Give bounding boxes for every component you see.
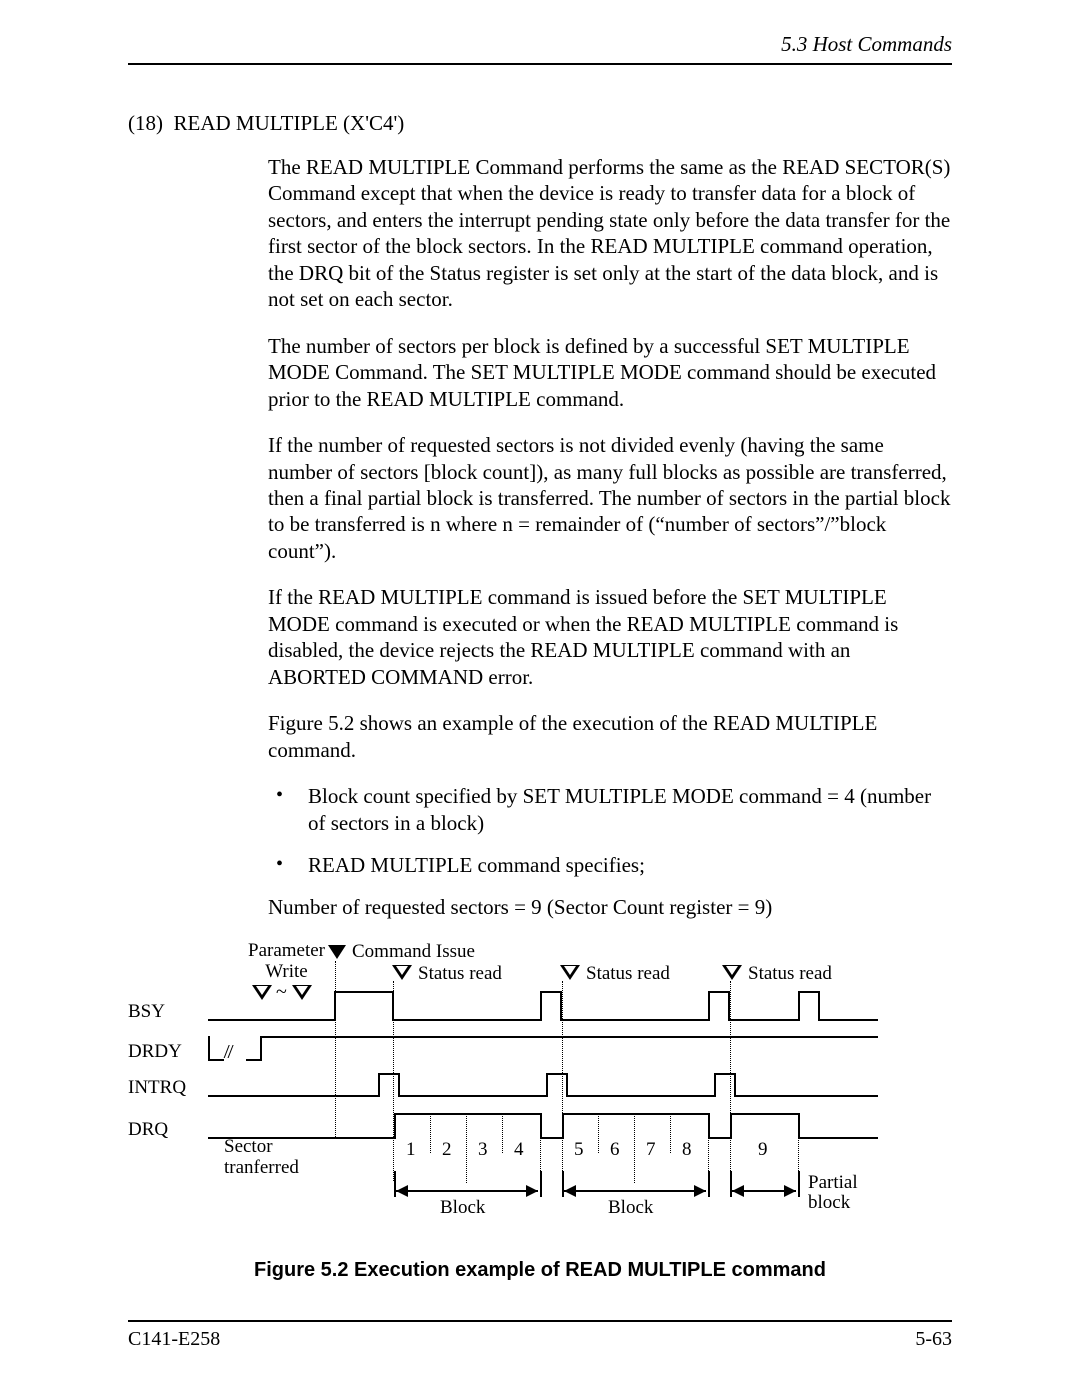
signal-label-drdy: DRDY xyxy=(128,1041,182,1063)
marker-command-issue xyxy=(328,945,346,959)
marker-param-write-a xyxy=(252,985,272,1000)
signal-label-intrq: INTRQ xyxy=(128,1077,186,1099)
label-sector-transferred: Sector tranferred xyxy=(224,1137,299,1179)
label-status-read-3: Status read xyxy=(748,963,832,985)
page: 5.3 Host Commands (18) READ MULTIPLE (X'… xyxy=(0,0,1080,1397)
sector-8: 8 xyxy=(682,1139,692,1161)
sector-1: 1 xyxy=(406,1139,416,1161)
bullet-2: READ MULTIPLE command specifies; xyxy=(268,852,952,878)
para-3: If the number of requested sectors is no… xyxy=(268,432,952,564)
bullet-1: Block count specified by SET MULTIPLE MO… xyxy=(268,783,952,836)
marker-status-read-2 xyxy=(560,965,580,980)
signal-label-bsy: BSY xyxy=(128,1001,165,1023)
sector-4: 4 xyxy=(514,1139,524,1161)
label-partial-block: Partial block xyxy=(808,1173,858,1213)
marker-param-write-b xyxy=(292,985,312,1000)
label-parameter-write: Parameter Write xyxy=(248,941,325,983)
sector-2: 2 xyxy=(442,1139,452,1161)
body-text: The READ MULTIPLE Command performs the s… xyxy=(268,154,952,921)
marker-status-read-1 xyxy=(392,965,412,980)
page-footer: C141-E258 5-63 xyxy=(128,1320,952,1351)
timing-diagram: Parameter Write Command Issue Status rea… xyxy=(128,941,952,1231)
para-1: The READ MULTIPLE Command performs the s… xyxy=(268,154,952,313)
section-title: (18) READ MULTIPLE (X'C4') xyxy=(128,111,952,136)
label-status-read-1: Status read xyxy=(418,963,502,985)
para-5: Figure 5.2 shows an example of the execu… xyxy=(268,710,952,763)
marker-status-read-3 xyxy=(722,965,742,980)
label-block-2: Block xyxy=(608,1197,653,1219)
label-status-read-2: Status read xyxy=(586,963,670,985)
figure-caption: Figure 5.2 Execution example of READ MUL… xyxy=(128,1259,952,1282)
header-rule xyxy=(128,63,952,65)
sector-9: 9 xyxy=(758,1139,768,1161)
bullet-list: Block count specified by SET MULTIPLE MO… xyxy=(268,783,952,878)
footer-left: C141-E258 xyxy=(128,1328,220,1351)
para-2: The number of sectors per block is defin… xyxy=(268,333,952,412)
footer-right: 5-63 xyxy=(915,1328,952,1351)
para-6: Number of requested sectors = 9 (Sector … xyxy=(268,894,952,920)
sector-3: 3 xyxy=(478,1139,488,1161)
footer-rule xyxy=(128,1320,952,1322)
sector-5: 5 xyxy=(574,1139,584,1161)
sector-7: 7 xyxy=(646,1139,656,1161)
running-head: 5.3 Host Commands xyxy=(128,32,952,63)
para-4: If the READ MULTIPLE command is issued b… xyxy=(268,584,952,690)
label-command-issue: Command Issue xyxy=(352,941,475,963)
sector-6: 6 xyxy=(610,1139,620,1161)
signal-label-drq: DRQ xyxy=(128,1119,168,1141)
label-block-1: Block xyxy=(440,1197,485,1219)
